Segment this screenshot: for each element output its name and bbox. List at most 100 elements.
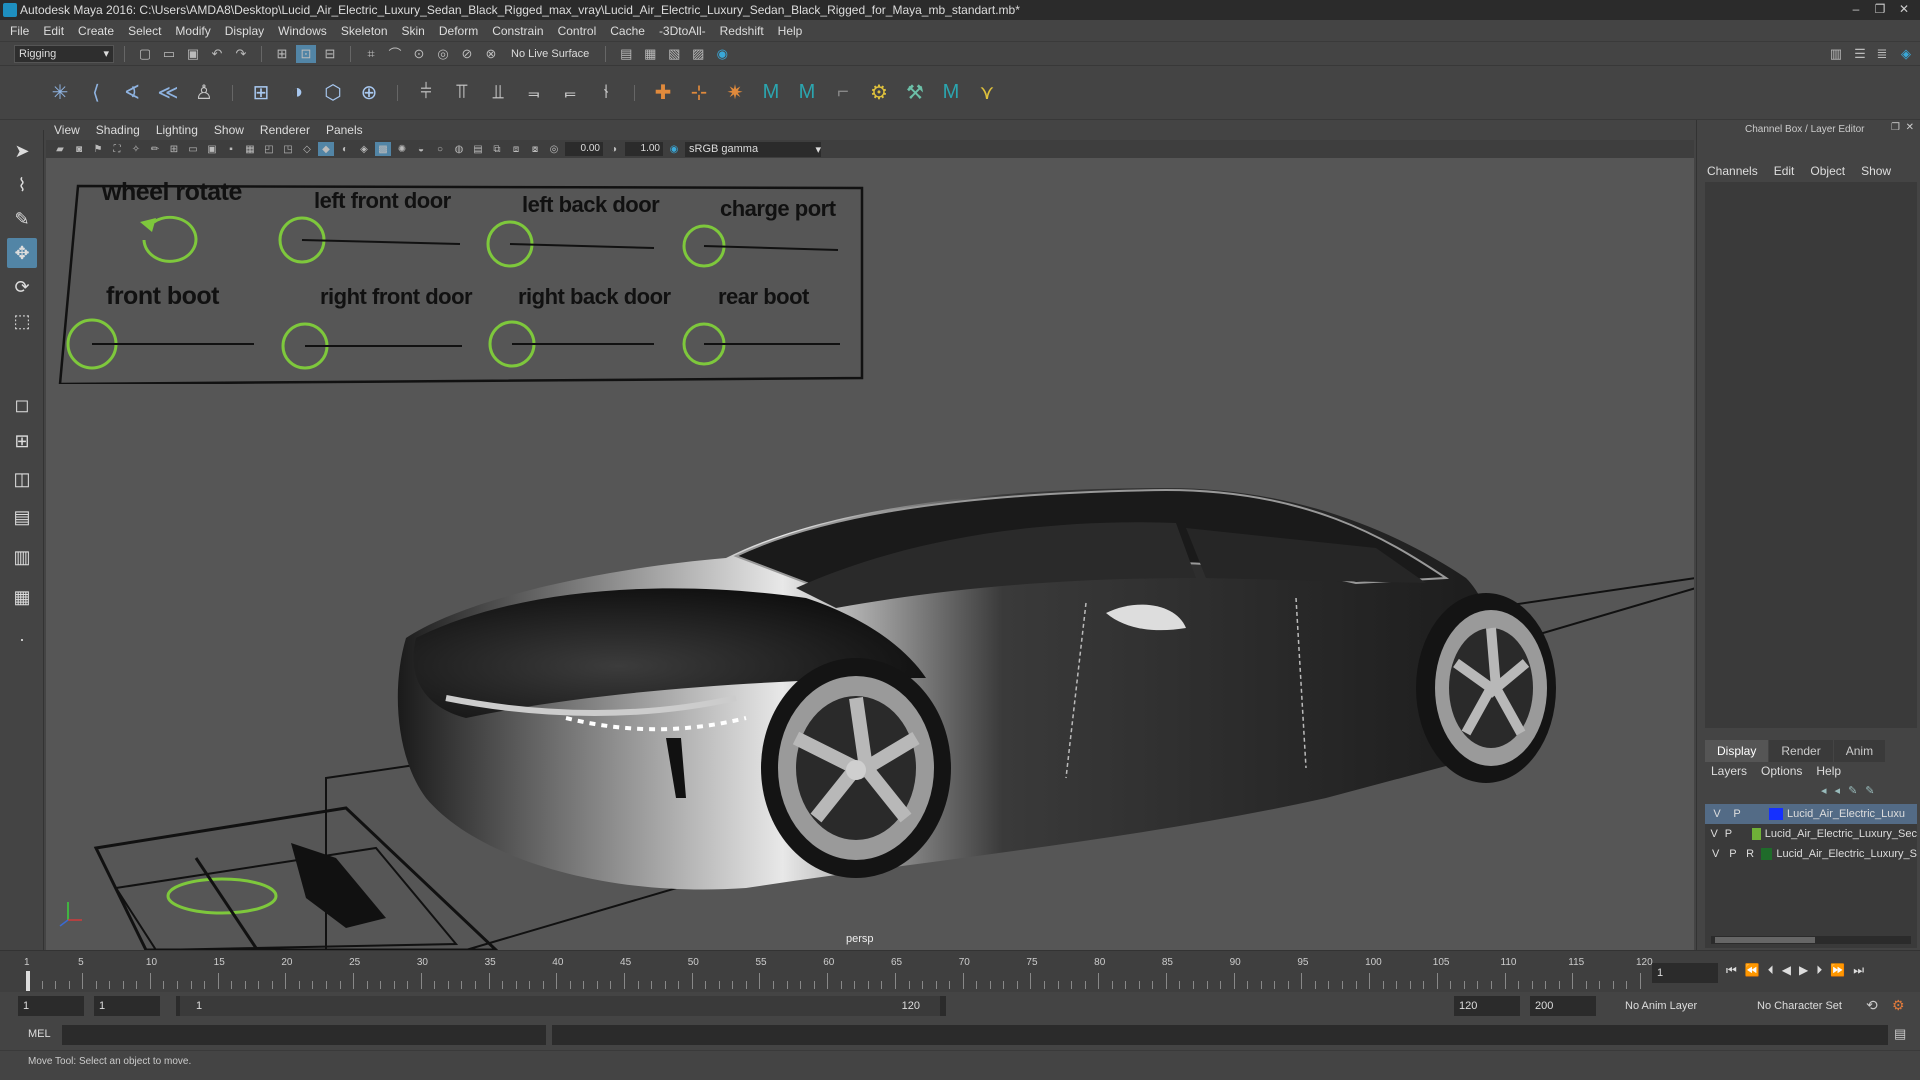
copy-weights-icon[interactable]: ⫭ [556, 79, 584, 107]
close-panel-icon[interactable]: ✕ [1906, 122, 1914, 133]
attribute-editor-icon[interactable]: ≣ [1872, 45, 1892, 63]
playback-start-field[interactable]: 1 [94, 996, 160, 1016]
xray-active-icon[interactable]: ⧇ [527, 142, 543, 156]
channel-list[interactable] [1705, 182, 1917, 728]
lattice-icon[interactable]: ⊞ [247, 79, 275, 107]
layer-row[interactable]: V P Lucid_Air_Electric_Luxury_Sec [1705, 824, 1917, 844]
character-set-dropdown[interactable]: No Character Set [1752, 996, 1862, 1016]
menu-create[interactable]: Create [78, 24, 114, 38]
go-to-end-icon[interactable]: ⏭ [1853, 963, 1864, 978]
range-slider[interactable]: 1 120 [176, 996, 946, 1016]
menu-deform[interactable]: Deform [439, 24, 478, 38]
aim-constraint-icon[interactable]: ⊹ [685, 79, 713, 107]
smooth-bind-icon[interactable]: ⫪ [448, 79, 476, 107]
layer-visibility-toggle[interactable]: V [1709, 828, 1719, 840]
left-front-door-control[interactable] [278, 216, 461, 264]
menu-modify[interactable]: Modify [175, 24, 210, 38]
exposure-icon[interactable]: ◎ [546, 142, 562, 156]
panel-menu-shading[interactable]: Shading [96, 123, 140, 137]
layer-name[interactable]: Lucid_Air_Electric_Luxu [1787, 808, 1905, 820]
camera-select-icon[interactable]: ▰ [52, 142, 68, 156]
image-plane-icon[interactable]: ⛶ [109, 142, 125, 156]
smooth-shade-icon[interactable]: ◆ [318, 142, 334, 156]
layer-color-swatch[interactable] [1751, 828, 1761, 840]
paint-select-icon[interactable]: ✎ [7, 204, 37, 234]
layer-color-swatch[interactable] [1769, 808, 1783, 820]
layer-visibility-toggle[interactable]: V [1709, 808, 1725, 820]
front-boot-control[interactable] [66, 318, 254, 370]
close-button[interactable]: ✕ [1894, 1, 1914, 17]
menu-constrain[interactable]: Constrain [492, 24, 543, 38]
save-scene-icon[interactable]: ▣ [183, 45, 203, 63]
lights-icon[interactable]: ✺ [394, 142, 410, 156]
move-layer-down-icon[interactable]: ◂ [1835, 784, 1841, 797]
two-d-pan-icon[interactable]: ✧ [128, 142, 144, 156]
step-forward-frame-icon[interactable]: ⏵ [1816, 963, 1822, 978]
right-front-door-control[interactable] [281, 322, 462, 370]
snap-point-icon[interactable]: ⊙ [409, 45, 429, 63]
panel-menu-renderer[interactable]: Renderer [260, 123, 310, 137]
single-perspective-icon[interactable]: ◻ [7, 390, 37, 420]
new-empty-layer-icon[interactable]: ✎ [1848, 784, 1857, 797]
ik-handle-icon[interactable]: ⟨ [82, 79, 110, 107]
open-scene-icon[interactable]: ▭ [159, 45, 179, 63]
snap-curve-icon[interactable]: ⌒ [385, 45, 405, 63]
default-material-icon[interactable]: ◐ [337, 142, 353, 156]
channel-box-toggle-icon[interactable]: ◈ [1896, 45, 1916, 63]
layer-menu-options[interactable]: Options [1761, 764, 1802, 778]
mirror-weights-icon[interactable]: ⫬ [520, 79, 548, 107]
layer-display-type-toggle[interactable]: R [1744, 848, 1757, 860]
menu-help[interactable]: Help [778, 24, 803, 38]
select-hierarchy-icon[interactable]: ⊞ [272, 45, 292, 63]
new-scene-icon[interactable]: ▢ [135, 45, 155, 63]
layer-row[interactable]: V P Lucid_Air_Electric_Luxu [1705, 804, 1917, 824]
live-surface-label[interactable]: No Live Surface [505, 48, 595, 60]
minimize-button[interactable]: – [1846, 1, 1866, 17]
two-view-layout-icon[interactable]: ◫ [7, 464, 37, 494]
time-slider[interactable]: 1 5 10 15 20 25 30 35 40 45 50 55 60 65 70 75 80 85 90 95 10… [0, 950, 1920, 992]
playback-end-field[interactable]: 120 [1454, 996, 1520, 1016]
command-input[interactable] [62, 1025, 546, 1045]
animation-end-field[interactable]: 200 [1530, 996, 1596, 1016]
layer-menu-help[interactable]: Help [1816, 764, 1841, 778]
custom-layout-icon[interactable]: · [7, 624, 37, 654]
ipr-render-icon[interactable]: ▧ [664, 45, 684, 63]
layer-name[interactable]: Lucid_Air_Electric_Luxury_Sec [1765, 828, 1917, 840]
current-time-indicator[interactable] [26, 971, 30, 991]
safe-title-icon[interactable]: ◳ [280, 142, 296, 156]
xray-joints-icon[interactable]: ⧈ [508, 142, 524, 156]
rear-boot-control[interactable] [682, 322, 840, 366]
snap-surface-icon[interactable]: ⊘ [457, 45, 477, 63]
panel-menu-panels[interactable]: Panels [326, 123, 363, 137]
command-language-label[interactable]: MEL [28, 1028, 51, 1040]
hypershade-icon[interactable]: ◉ [712, 45, 732, 63]
menu-set-dropdown[interactable]: Rigging ▾ [14, 44, 114, 63]
four-view-layout-icon[interactable]: ⊞ [7, 426, 37, 456]
menu-display[interactable]: Display [225, 24, 264, 38]
menu-file[interactable]: File [10, 24, 29, 38]
layer-playback-toggle[interactable]: P [1726, 848, 1739, 860]
maximize-button[interactable]: ❐ [1870, 1, 1890, 17]
layer-name[interactable]: Lucid_Air_Electric_Luxury_S [1776, 848, 1917, 860]
film-gate-icon[interactable]: ▭ [185, 142, 201, 156]
wrap-deformer-icon[interactable]: ⬡ [319, 79, 347, 107]
cb-menu-edit[interactable]: Edit [1774, 164, 1795, 178]
charge-port-control[interactable] [682, 224, 839, 268]
motion-blur-icon[interactable]: ◍ [451, 142, 467, 156]
wireframe-icon[interactable]: ◇ [299, 142, 315, 156]
menu-select[interactable]: Select [128, 24, 161, 38]
cluster-icon[interactable]: ◑ [283, 79, 311, 107]
xray-icon[interactable]: ▩ [375, 142, 391, 156]
redo-icon[interactable]: ↷ [231, 45, 251, 63]
float-panel-icon[interactable]: ❐ [1891, 122, 1900, 133]
tab-display[interactable]: Display [1705, 740, 1769, 762]
layer-visibility-toggle[interactable]: V [1709, 848, 1722, 860]
select-component-icon[interactable]: ⊟ [320, 45, 340, 63]
left-back-door-control[interactable] [486, 220, 655, 268]
animation-start-field[interactable]: 1 [18, 996, 84, 1016]
panel-menu-show[interactable]: Show [214, 123, 244, 137]
bookmark-icon[interactable]: ⚑ [90, 142, 106, 156]
redshift-light-icon[interactable]: M [937, 79, 965, 107]
prune-weights-icon[interactable]: ⫮ [592, 79, 620, 107]
snap-grid-icon[interactable]: ⌗ [361, 45, 381, 63]
